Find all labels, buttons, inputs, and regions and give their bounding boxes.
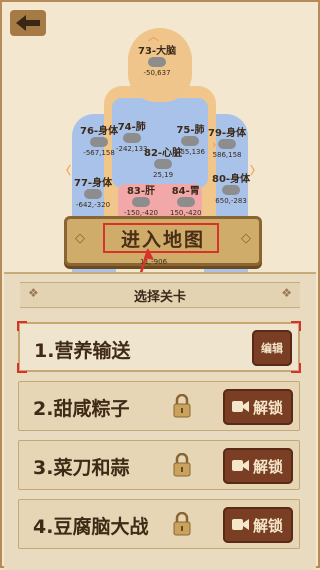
unlock-label: 解锁 [253, 399, 284, 417]
edit-label: 编辑 [261, 342, 283, 355]
organ-label: 83-肝 [126, 186, 156, 197]
organ-node[interactable]: 79-身体 586,158 [208, 128, 246, 161]
cloud-icon [132, 197, 150, 207]
cloud-icon [84, 189, 103, 199]
lock-icon [173, 453, 191, 477]
section-title: 选择关卡 [133, 290, 186, 305]
organ-value: -642,-320 [76, 201, 111, 209]
level-label: 1.营养输送 [34, 340, 131, 362]
corner-mark [17, 321, 27, 331]
cloud-icon [218, 139, 237, 149]
organ-label: 77-身体 [74, 178, 113, 189]
section-header: ❖ ❖ 选择关卡 [20, 282, 300, 308]
organ-node[interactable]: 84-胃 150,-420 [170, 186, 201, 219]
organ-label: 73-大脑 [138, 46, 177, 57]
cloud-icon [181, 136, 200, 146]
organ-value: -50,637 [143, 69, 171, 77]
chevron-icon: ︿ [148, 30, 159, 43]
organ-node[interactable]: 74-肺 -242,133 [116, 122, 147, 155]
organ-node[interactable]: 76-身体 -567,158 [80, 126, 118, 159]
video-icon [232, 401, 249, 412]
cloud-icon [222, 185, 241, 195]
cloud-icon [90, 137, 109, 147]
edit-button[interactable]: 编辑 [252, 330, 292, 366]
chevron-icon: 〈 [60, 164, 71, 177]
organ-node[interactable]: 82-心脏 25,19 [144, 148, 182, 181]
organ-label: 82-心脏 [144, 148, 183, 159]
organ-node[interactable]: 77-身体 -642,-320 [74, 178, 112, 211]
organ-value: 25,19 [153, 171, 174, 179]
level-item[interactable]: 4.豆腐脑大战 解锁 [18, 499, 300, 549]
level-label: 3.菜刀和蒜 [33, 457, 130, 479]
organ-value: 586,158 [212, 151, 242, 159]
corner-mark [291, 363, 301, 373]
organ-value: -242,133 [116, 145, 148, 153]
unlock-button[interactable]: 解锁 [223, 507, 293, 543]
organ-node[interactable]: 73-大脑 -50,637 [138, 46, 176, 79]
organ-label: 76-身体 [80, 126, 119, 137]
chevron-icon: 〉 [250, 164, 261, 177]
video-icon [232, 519, 249, 530]
level-item[interactable]: 1.营养输送 编辑 [17, 321, 301, 373]
cloud-icon [154, 159, 173, 169]
lock-icon [173, 394, 191, 418]
organ-label: 75-肺 [176, 125, 205, 136]
unlock-label: 解锁 [253, 517, 284, 535]
video-icon [232, 460, 249, 471]
cloud-icon [148, 57, 167, 67]
cloud-icon [176, 197, 195, 207]
level-label: 4.豆腐脑大战 [33, 516, 149, 538]
organ-value: 650,-283 [215, 197, 247, 205]
level-label: 2.甜咸粽子 [33, 398, 130, 420]
level-item[interactable]: 3.菜刀和蒜 解锁 [18, 440, 300, 490]
cloud-icon [122, 133, 141, 143]
organ-value: -567,158 [83, 149, 115, 157]
organ-node[interactable]: 83-肝 -150,-420 [124, 186, 158, 219]
unlock-button[interactable]: 解锁 [223, 389, 293, 425]
organ-label: 84-胃 [171, 186, 200, 197]
level-item[interactable]: 2.甜咸粽子 解锁 [18, 381, 300, 431]
corner-mark [17, 363, 27, 373]
organ-node[interactable]: 80-身体 650,-283 [212, 174, 250, 207]
corner-mark [291, 321, 301, 331]
organ-label: 79-身体 [208, 128, 247, 139]
organ-label: 80-身体 [212, 174, 251, 185]
unlock-label: 解锁 [253, 458, 284, 476]
organ-label: 74-肺 [117, 122, 146, 133]
lock-icon [173, 512, 191, 536]
unlock-button[interactable]: 解锁 [223, 448, 293, 484]
